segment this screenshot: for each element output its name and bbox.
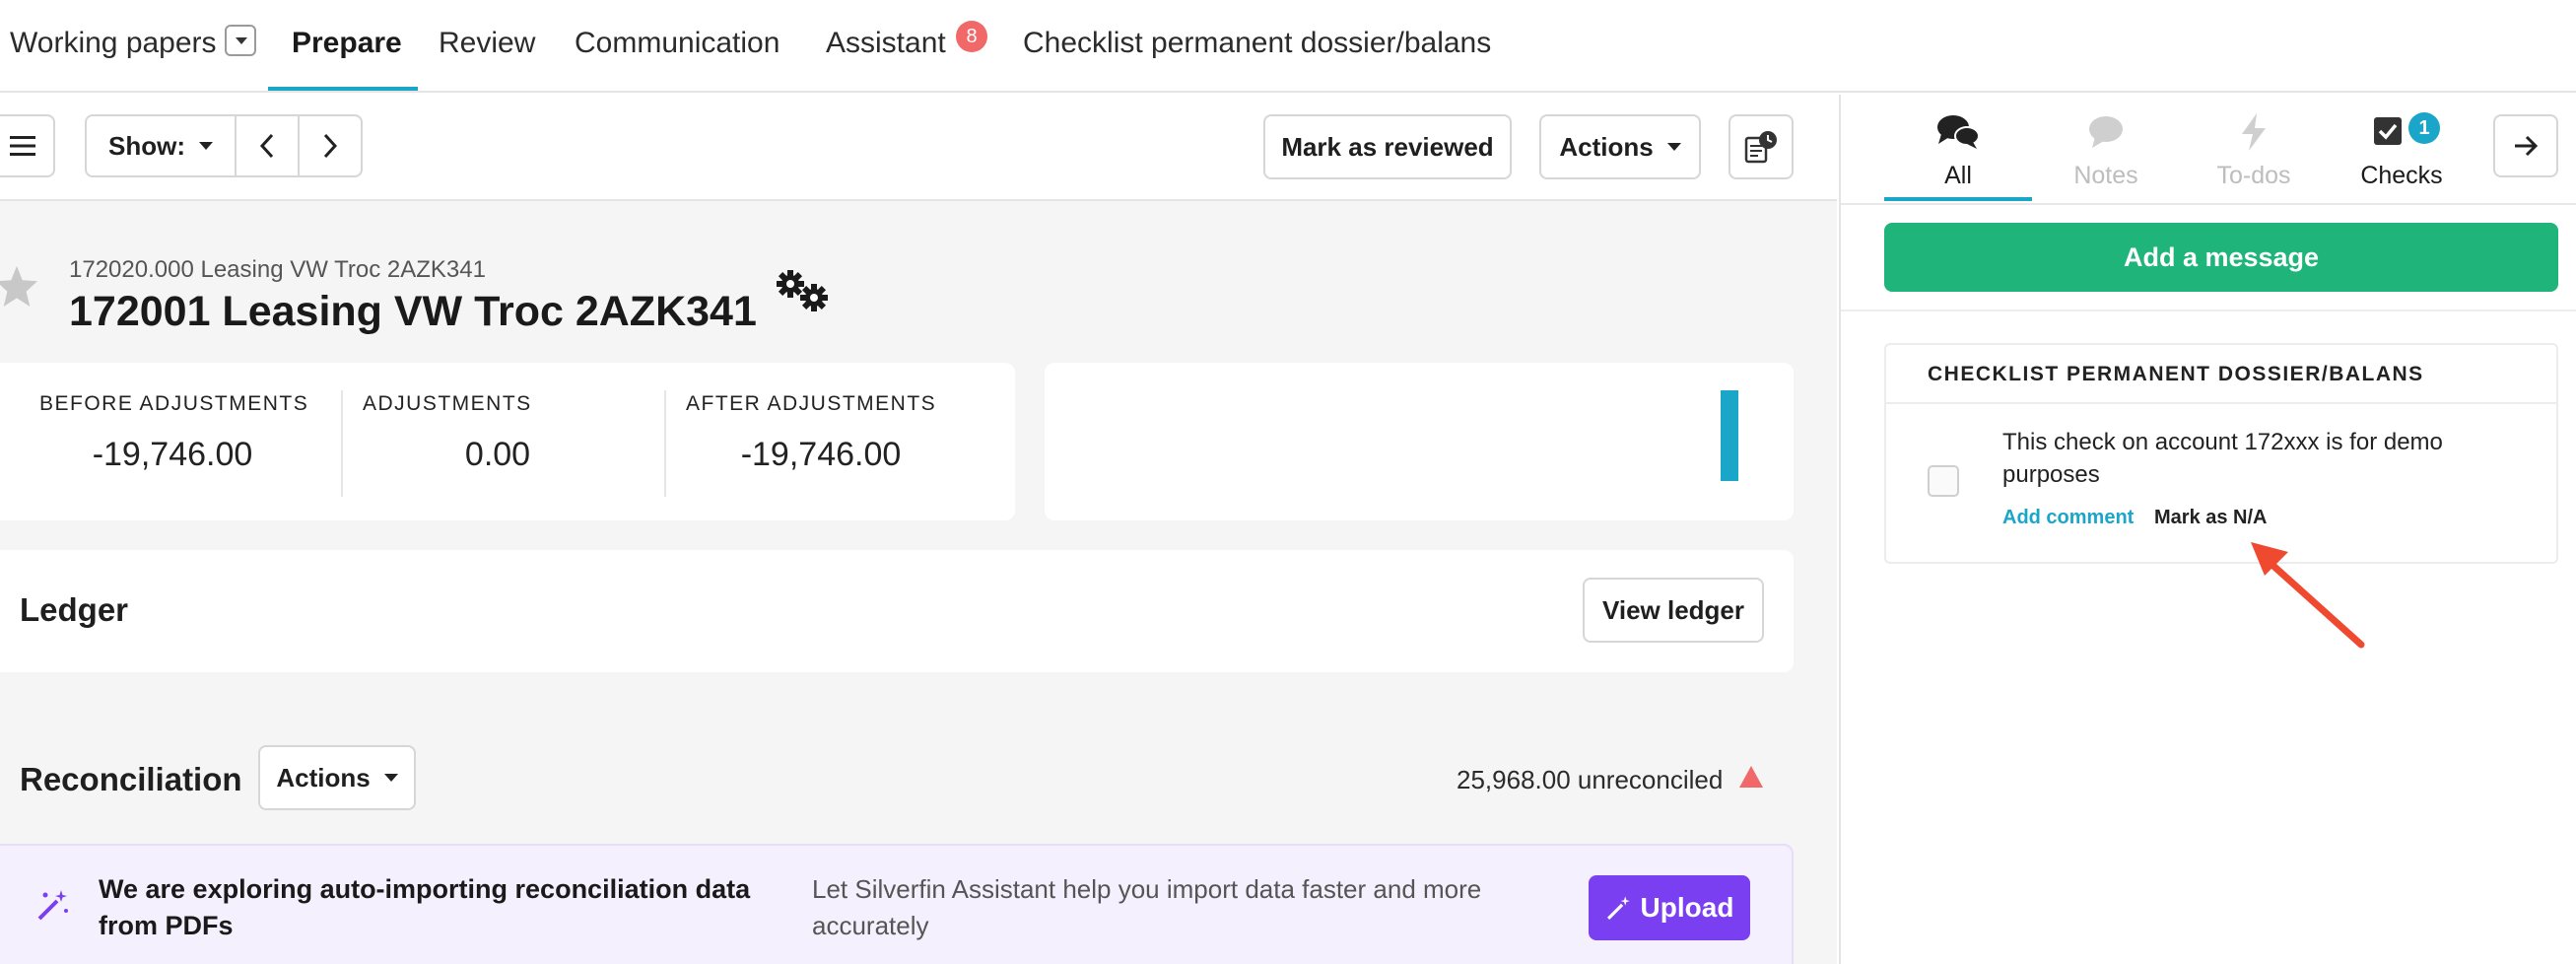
working-papers-dropdown[interactable] xyxy=(225,25,256,56)
chevron-right-icon xyxy=(323,133,338,159)
tab-notes[interactable]: Notes xyxy=(2032,104,2180,203)
star-icon[interactable] xyxy=(0,264,39,308)
chat-bubbles-icon xyxy=(1937,115,1980,149)
show-dropdown[interactable]: Show: xyxy=(85,114,237,177)
warning-triangle-icon xyxy=(1739,766,1763,788)
upload-button[interactable]: Upload xyxy=(1589,875,1750,940)
tab-review[interactable]: Review xyxy=(439,22,535,65)
parent-account: 172020.000 Leasing VW Troc 2AZK341 xyxy=(69,256,486,283)
chevron-down-icon xyxy=(199,142,213,150)
hamburger-icon xyxy=(10,136,35,156)
chevron-down-icon xyxy=(1666,143,1681,151)
balance-bar xyxy=(1721,390,1738,481)
add-message-button[interactable]: Add a message xyxy=(1884,223,2558,292)
add-comment-link[interactable]: Add comment xyxy=(2002,507,2134,529)
actions-dropdown[interactable]: Actions xyxy=(1539,114,1701,179)
adjustments-value: 0.00 xyxy=(464,436,531,473)
divider xyxy=(341,390,343,497)
check-item-checkbox[interactable] xyxy=(1928,465,1959,497)
history-button[interactable] xyxy=(1729,114,1794,179)
active-tab-indicator xyxy=(268,87,418,91)
upload-label: Upload xyxy=(1640,892,1734,923)
banner-text: We are exploring auto-importing reconcil… xyxy=(99,874,751,940)
before-adjustments-label: BEFORE ADJUSTMENTS xyxy=(39,392,309,415)
mark-as-reviewed-button[interactable]: Mark as reviewed xyxy=(1263,114,1512,179)
active-tab-indicator xyxy=(1884,197,2032,201)
actions-label: Actions xyxy=(1559,131,1654,162)
adjustments-label: ADJUSTMENTS xyxy=(363,392,532,415)
tab-working-papers[interactable]: Working papers xyxy=(10,22,217,65)
menu-button[interactable] xyxy=(0,114,55,177)
toolbar: Show: Mark as reviewed Actions xyxy=(0,95,1837,201)
import-banner: We are exploring auto-importing reconcil… xyxy=(0,844,1794,964)
checklist-title: CHECKLIST PERMANENT DOSSIER/BALANS xyxy=(1928,363,2424,385)
tab-notes-label: Notes xyxy=(2073,162,2138,189)
tab-all[interactable]: All xyxy=(1884,104,2032,203)
checklist-card: CHECKLIST PERMANENT DOSSIER/BALANS This … xyxy=(1884,343,2558,564)
ledger-card: Ledger View ledger xyxy=(0,550,1794,672)
chevron-down-icon xyxy=(383,774,398,782)
after-adjustments-label: AFTER ADJUSTMENTS xyxy=(686,392,937,415)
magic-wand-icon xyxy=(37,890,68,921)
collapse-panel-button[interactable] xyxy=(2493,114,2558,177)
divider xyxy=(1886,402,2556,404)
page-title: 172001 Leasing VW Troc 2AZK341 xyxy=(69,288,757,335)
document-clock-icon xyxy=(1744,131,1777,164)
tab-all-label: All xyxy=(1944,162,1972,189)
top-navigation: Working papers Prepare Review Communicat… xyxy=(0,0,2576,93)
unreconciled-status: 25,968.00 unreconciled xyxy=(1457,765,1724,794)
before-adjustments-value: -19,746.00 xyxy=(92,436,253,473)
magic-wand-icon xyxy=(1606,896,1630,920)
actions-label: Actions xyxy=(276,762,371,792)
tab-checks[interactable]: 1 Checks xyxy=(2328,104,2475,203)
mark-as-na-link[interactable]: Mark as N/A xyxy=(2154,507,2268,529)
ledger-title: Ledger xyxy=(20,591,129,628)
chevron-left-icon xyxy=(259,133,274,159)
banner-subtext: Let Silverfin Assistant help you import … xyxy=(812,874,1482,940)
main-content: Show: Mark as reviewed Actions 172020.00… xyxy=(0,95,1837,964)
divider xyxy=(664,390,666,497)
settings-gears-icon[interactable] xyxy=(775,268,834,313)
arrow-right-icon xyxy=(2515,135,2539,157)
next-button[interactable] xyxy=(298,114,363,177)
show-label: Show: xyxy=(108,130,185,161)
tab-todos[interactable]: To-dos xyxy=(2180,104,2328,203)
annotation-arrow-icon xyxy=(2251,542,2365,649)
checkbox-icon xyxy=(2374,117,2402,145)
reconciliation-actions-dropdown[interactable]: Actions xyxy=(258,745,416,810)
balance-chart-card xyxy=(1045,363,1794,520)
divider xyxy=(1841,203,2576,205)
checks-badge: 1 xyxy=(2408,112,2440,144)
lightning-icon xyxy=(2242,113,2266,151)
after-adjustments-value: -19,746.00 xyxy=(740,436,902,473)
view-ledger-button[interactable]: View ledger xyxy=(1583,578,1764,643)
check-item-text: This check on account 172xxx is for demo… xyxy=(2002,429,2443,488)
tab-communication[interactable]: Communication xyxy=(575,22,780,65)
assistant-badge: 8 xyxy=(956,21,987,52)
tab-checks-label: Checks xyxy=(2360,162,2443,189)
tab-assistant[interactable]: Assistant xyxy=(826,22,946,65)
adjustments-card: BEFORE ADJUSTMENTS -19,746.00 ADJUSTMENT… xyxy=(0,363,1015,520)
comment-icon xyxy=(2089,116,2123,148)
reconciliation-title: Reconciliation xyxy=(20,761,242,797)
tab-todos-label: To-dos xyxy=(2216,162,2291,189)
divider xyxy=(1841,310,2576,311)
right-panel: All Notes To-dos 1 Checks Add a message xyxy=(1839,95,2576,964)
previous-button[interactable] xyxy=(235,114,300,177)
tab-checklist[interactable]: Checklist permanent dossier/balans xyxy=(1023,22,1491,65)
tab-prepare[interactable]: Prepare xyxy=(292,22,402,65)
